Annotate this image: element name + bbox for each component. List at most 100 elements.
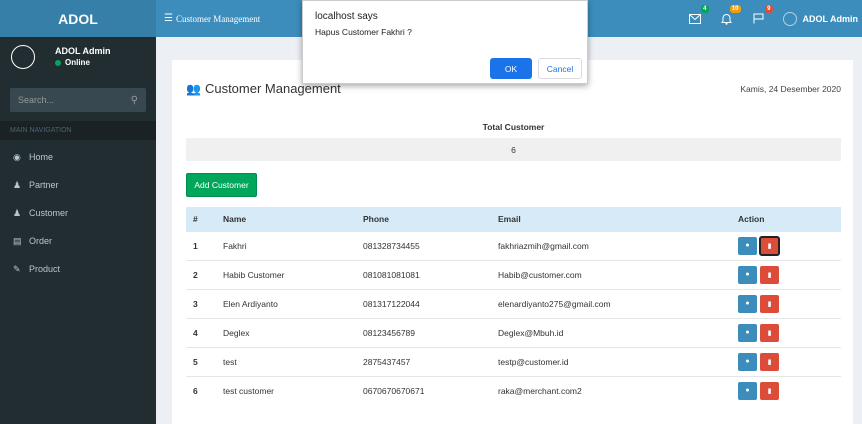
- column-header-email: Email: [498, 213, 521, 224]
- view-button[interactable]: ●: [738, 265, 757, 284]
- trash-icon: ▮: [767, 242, 772, 250]
- delete-button[interactable]: ▮: [759, 235, 780, 256]
- row-name: test: [223, 356, 237, 367]
- trash-icon: ▮: [767, 387, 772, 395]
- avatar: [11, 45, 35, 69]
- eye-icon: ●: [745, 242, 750, 249]
- sidebar-item-customer[interactable]: ♟ Customer: [0, 199, 156, 227]
- sidebar-item-partner[interactable]: ♟ Partner: [0, 171, 156, 199]
- content-box: 👥 Customer Management Kamis, 24 Desember…: [172, 60, 853, 424]
- search-input[interactable]: [18, 95, 118, 105]
- dashboard-icon: ◉: [13, 151, 21, 162]
- row-email: testp@customer.id: [498, 356, 569, 367]
- users-icon: 👥: [186, 81, 201, 96]
- status-label: Online: [65, 58, 90, 67]
- sidebar-item-label: Product: [29, 264, 61, 274]
- flag-icon[interactable]: 9: [751, 4, 773, 27]
- sidebar-menu: ◉ Home ♟ Partner ♟ Customer ▤ Order ✎ Product: [0, 143, 156, 283]
- table-row: 3 Elen Ardiyanto 081317122044 elenardiya…: [186, 289, 841, 318]
- sidebar-item-label: Home: [29, 152, 54, 162]
- table-header-row: # Name Phone Email Action: [186, 207, 841, 231]
- column-header-number: #: [193, 213, 198, 224]
- user-panel: ADOL Admin Online: [0, 37, 156, 85]
- dialog-message: Hapus Customer Fakhri ?: [315, 27, 412, 37]
- navbar-right: 4 10 9 ADOL Admin: [687, 0, 862, 37]
- user-menu[interactable]: ADOL Admin: [782, 11, 859, 26]
- cancel-button[interactable]: Cancel: [538, 58, 582, 79]
- trash-icon: ▮: [767, 271, 772, 279]
- add-customer-button[interactable]: Add Customer: [186, 173, 257, 197]
- view-button[interactable]: ●: [738, 236, 757, 255]
- users-icon: ♟: [13, 207, 22, 218]
- row-name: Habib Customer: [223, 269, 285, 280]
- row-name: Elen Ardiyanto: [223, 298, 278, 309]
- row-actions: ● ▮: [731, 260, 841, 289]
- notifications-badge: 10: [729, 4, 741, 13]
- eye-icon: ●: [745, 300, 750, 307]
- row-name: test customer: [223, 385, 275, 396]
- edit-icon: ✎: [13, 263, 21, 274]
- row-email: Deglex@Mbuh.id: [498, 327, 564, 338]
- row-email: elenardiyanto275@gmail.com: [498, 298, 611, 309]
- row-number: 5: [193, 356, 198, 367]
- row-number: 6: [193, 385, 198, 396]
- delete-button[interactable]: ▮: [760, 352, 779, 371]
- column-header-phone: Phone: [363, 213, 389, 224]
- column-header-action: Action: [738, 213, 765, 224]
- current-date: Kamis, 24 Desember 2020: [740, 84, 841, 94]
- row-number: 2: [193, 269, 198, 280]
- menu-toggle-icon[interactable]: ☰: [164, 13, 173, 24]
- ok-button[interactable]: OK: [490, 58, 532, 79]
- search-icon[interactable]: ⚲: [131, 95, 138, 106]
- users-icon: ♟: [13, 179, 22, 190]
- sidebar-item-home[interactable]: ◉ Home: [0, 143, 156, 171]
- messages-badge: 4: [701, 4, 709, 13]
- status-badge: Online: [55, 58, 90, 67]
- envelope-icon[interactable]: 4: [687, 4, 709, 27]
- trash-icon: ▮: [767, 329, 772, 337]
- row-actions: ● ▮: [731, 376, 841, 405]
- sidebar-item-label: Partner: [29, 180, 59, 190]
- view-button[interactable]: ●: [738, 294, 757, 313]
- sidebar-item-order[interactable]: ▤ Order: [0, 227, 156, 255]
- trash-icon: ▮: [767, 358, 772, 366]
- confirm-dialog: localhost says Hapus Customer Fakhri ? O…: [302, 0, 588, 84]
- sidebar-search: ⚲: [10, 88, 146, 112]
- view-button[interactable]: ●: [738, 323, 757, 342]
- eye-icon: ●: [745, 358, 750, 365]
- row-actions: ● ▮: [731, 347, 841, 376]
- eye-icon: ●: [745, 271, 750, 278]
- trash-icon: ▮: [767, 300, 772, 308]
- row-email: fakhriazmih@gmail.com: [498, 240, 589, 251]
- total-customer-card: Total Customer 6: [186, 115, 841, 161]
- user-menu-name: ADOL Admin: [802, 13, 859, 24]
- delete-button[interactable]: ▮: [760, 294, 779, 313]
- app-logo[interactable]: ADOL: [0, 0, 156, 37]
- row-phone: 081328734455: [363, 240, 420, 251]
- sidebar-item-product[interactable]: ✎ Product: [0, 255, 156, 283]
- sidebar-item-label: Order: [29, 236, 53, 246]
- view-button[interactable]: ●: [738, 381, 757, 400]
- delete-button[interactable]: ▮: [760, 265, 779, 284]
- row-number: 1: [193, 240, 198, 251]
- column-header-name: Name: [223, 213, 247, 224]
- dialog-title: localhost says: [315, 11, 378, 22]
- view-button[interactable]: ●: [738, 352, 757, 371]
- bell-icon[interactable]: 10: [719, 4, 741, 27]
- row-phone: 08123456789: [363, 327, 416, 338]
- customer-table: # Name Phone Email Action 1 Fakhri 08132…: [186, 207, 841, 405]
- eye-icon: ●: [745, 387, 750, 395]
- sidebar-user-name: ADOL Admin: [55, 46, 111, 56]
- eye-icon: ●: [745, 329, 750, 336]
- nav-title[interactable]: ☰ Customer Management: [164, 0, 260, 37]
- row-actions: ● ▮: [731, 289, 841, 318]
- nav-title-label: Customer Management: [175, 13, 261, 24]
- delete-button[interactable]: ▮: [760, 381, 779, 400]
- total-customer-label: Total Customer: [482, 121, 545, 132]
- delete-button[interactable]: ▮: [760, 323, 779, 342]
- sidebar-header: MAIN NAVIGATION: [0, 121, 156, 140]
- row-email: Habib@customer.com: [498, 269, 582, 280]
- row-phone: 0670670670671: [363, 385, 425, 396]
- sidebar-item-label: Customer: [29, 208, 69, 218]
- tasks-badge: 9: [765, 4, 773, 13]
